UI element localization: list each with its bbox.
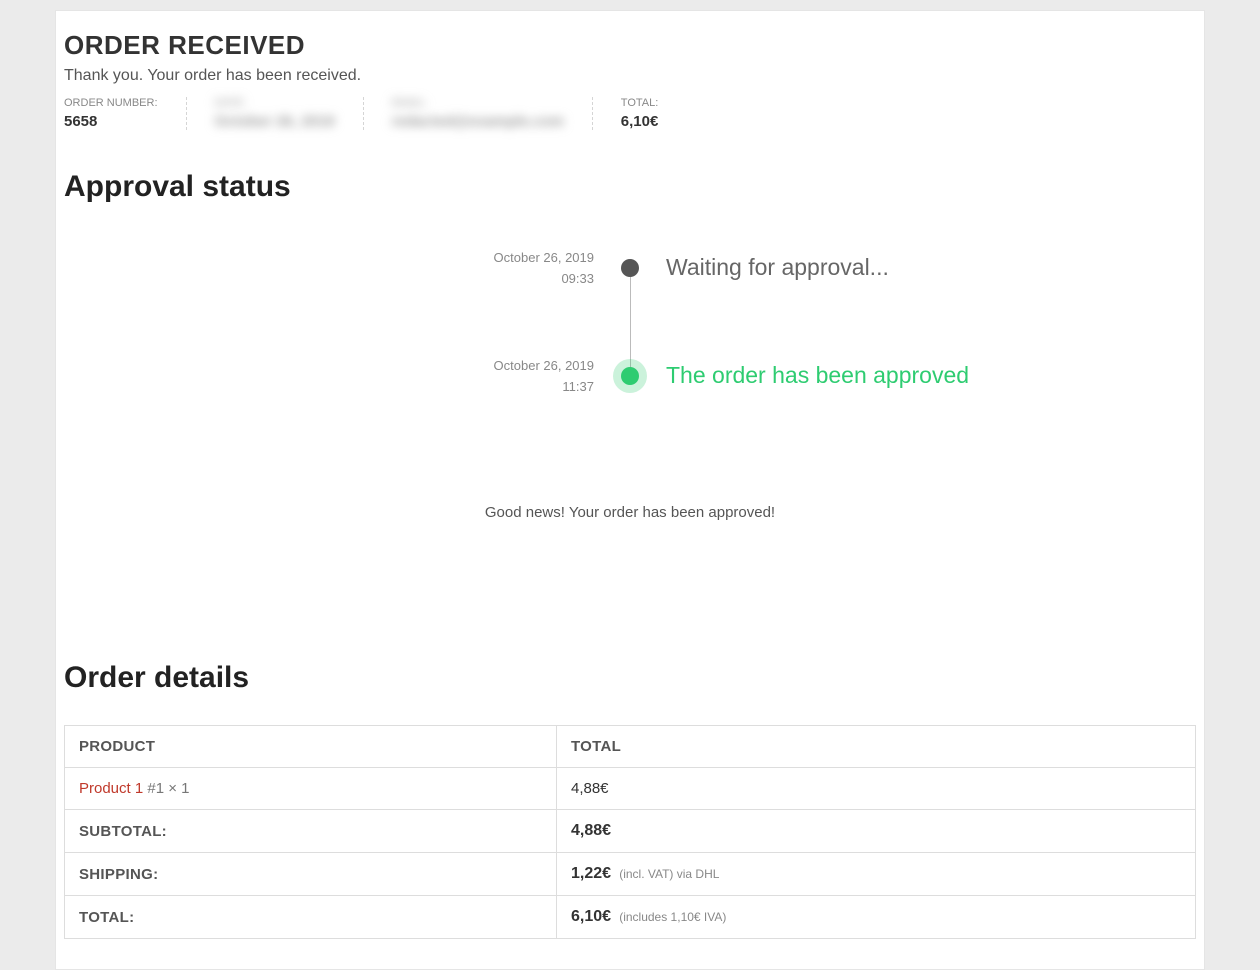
timeline-event-datetime: October 26, 2019 09:33 xyxy=(130,246,630,290)
timeline-event-time: 11:37 xyxy=(130,377,594,398)
table-row: TOTAL: 6,10€ (includes 1,10€ IVA) xyxy=(65,896,1196,939)
grand-total-value: 6,10€ (includes 1,10€ IVA) xyxy=(556,896,1195,939)
timeline-event-title: The order has been approved xyxy=(630,362,1130,389)
order-summary-row: ORDER NUMBER: 5658 DATE: October 26, 201… xyxy=(56,97,1204,130)
order-received-page: ORDER RECEIVED Thank you. Your order has… xyxy=(55,10,1205,970)
table-row: Product 1 #1 × 1 4,88€ xyxy=(65,768,1196,810)
summary-date: DATE: October 26, 2019 xyxy=(215,97,364,130)
subtotal-label: SUBTOTAL: xyxy=(65,810,557,853)
page-title: ORDER RECEIVED xyxy=(56,30,1204,61)
email-value: redacted@example.com xyxy=(392,113,564,130)
product-meta: #1 × 1 xyxy=(143,780,189,797)
order-number-value: 5658 xyxy=(64,113,158,130)
total-label: TOTAL: xyxy=(621,97,659,109)
table-row: SHIPPING: 1,22€ (incl. VAT) via DHL xyxy=(65,853,1196,896)
approval-timeline: October 26, 2019 09:33 Waiting for appro… xyxy=(130,234,1130,414)
order-details-table: PRODUCT TOTAL Product 1 #1 × 1 4,88€ SUB… xyxy=(64,725,1196,939)
table-header-row: PRODUCT TOTAL xyxy=(65,726,1196,768)
approval-message: Good news! Your order has been approved! xyxy=(56,504,1204,521)
timeline-event-date: October 26, 2019 xyxy=(494,358,594,373)
shipping-amount: 1,22€ xyxy=(571,865,611,882)
timeline-event-time: 09:33 xyxy=(130,269,594,290)
table-row: SUBTOTAL: 4,88€ xyxy=(65,810,1196,853)
timeline-event-datetime: October 26, 2019 11:37 xyxy=(130,354,630,398)
email-label: EMAIL: xyxy=(392,97,564,109)
product-link[interactable]: Product 1 xyxy=(79,780,143,797)
timeline-event-date: October 26, 2019 xyxy=(494,250,594,265)
subtotal-amount: 4,88€ xyxy=(571,822,611,839)
thank-you-text: Thank you. Your order has been received. xyxy=(56,67,1204,85)
summary-email: EMAIL: redacted@example.com xyxy=(392,97,593,130)
column-product: PRODUCT xyxy=(65,726,557,768)
date-value: October 26, 2019 xyxy=(215,113,335,130)
grand-total-label: TOTAL: xyxy=(65,896,557,939)
order-details-heading: Order details xyxy=(56,661,1204,695)
grand-total-amount: 6,10€ xyxy=(571,908,611,925)
summary-total: TOTAL: 6,10€ xyxy=(621,97,687,130)
shipping-value: 1,22€ (incl. VAT) via DHL xyxy=(556,853,1195,896)
approval-status-heading: Approval status xyxy=(56,170,1204,204)
timeline-event-approved: October 26, 2019 11:37 The order has bee… xyxy=(130,354,1130,398)
shipping-note: (incl. VAT) via DHL xyxy=(619,867,719,881)
timeline-event-pending: October 26, 2019 09:33 Waiting for appro… xyxy=(130,246,1130,290)
product-price: 4,88€ xyxy=(556,768,1195,810)
shipping-label: SHIPPING: xyxy=(65,853,557,896)
timeline-dot-icon xyxy=(621,259,639,277)
grand-total-note: (includes 1,10€ IVA) xyxy=(619,910,726,924)
column-total: TOTAL xyxy=(556,726,1195,768)
order-number-label: ORDER NUMBER: xyxy=(64,97,158,109)
summary-order-number: ORDER NUMBER: 5658 xyxy=(64,97,187,130)
timeline-event-title: Waiting for approval... xyxy=(630,254,1130,281)
date-label: DATE: xyxy=(215,97,335,109)
subtotal-value: 4,88€ xyxy=(556,810,1195,853)
total-value: 6,10€ xyxy=(621,113,659,130)
product-cell: Product 1 #1 × 1 xyxy=(65,768,557,810)
timeline-dot-approved-icon xyxy=(621,367,639,385)
